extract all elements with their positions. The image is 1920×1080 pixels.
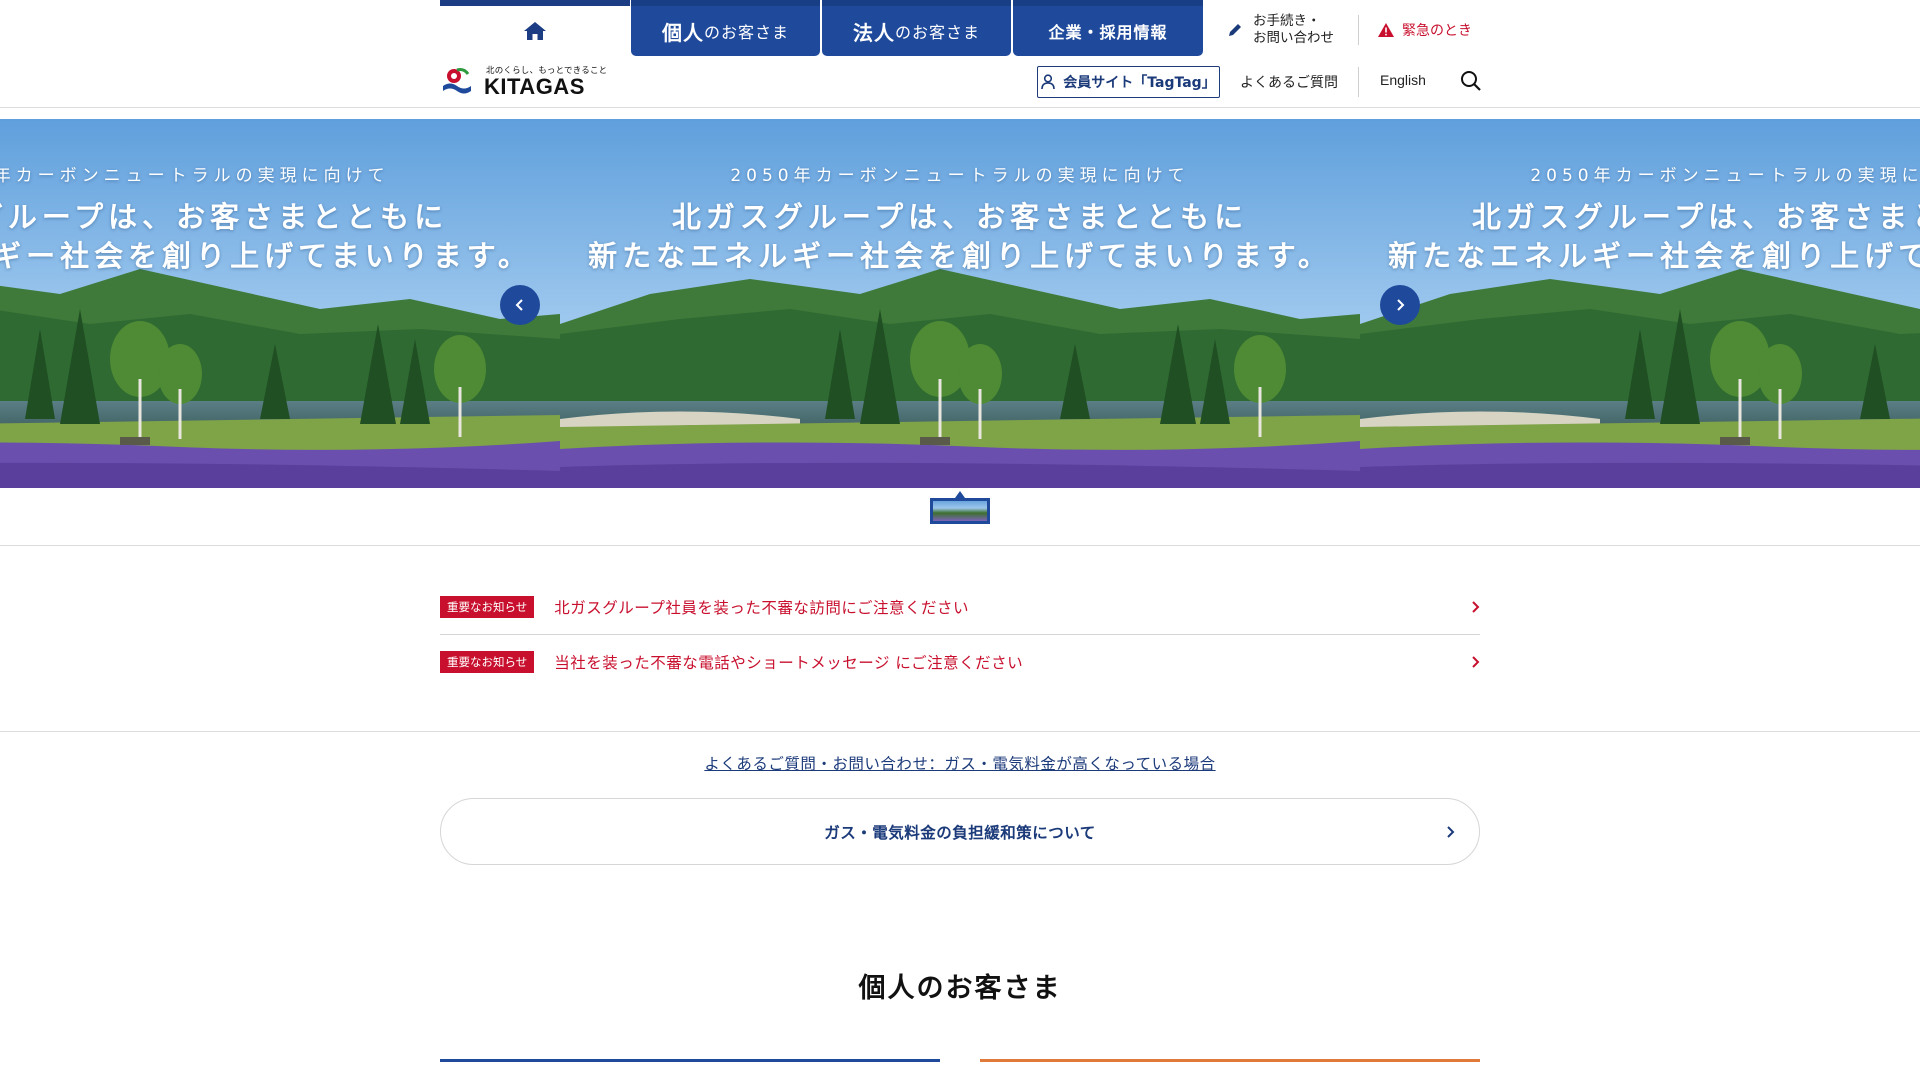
slide-caption: 2050年カーボンニュートラルの実現に向けて 北ガスグループは、お客さまとともに… — [560, 161, 1360, 276]
carousel-prev-button[interactable] — [500, 285, 540, 325]
procedures-contact-link[interactable]: お手続き・ お問い合わせ — [1227, 12, 1357, 48]
english-link[interactable]: English — [1380, 72, 1426, 88]
member-site-label: 会員サイト「TagTag」 — [1063, 75, 1216, 91]
section-heading-personal: 個人のお客さま — [858, 973, 1062, 1004]
chevron-right-icon — [1447, 826, 1455, 838]
card-top-border-blue — [440, 1059, 940, 1062]
slide-title-line1: 北ガスグループは、お客さまとともに — [671, 200, 1249, 234]
slide-subtitle: 2050年カーボンニュートラルの実現に向けて — [1530, 166, 1920, 186]
slide-title-line1: 北ガスグループは、お客さまとともに — [1471, 200, 1920, 234]
relief-measures-label: ガス・電気料金の負担緩和策について — [824, 823, 1096, 842]
notice-item[interactable]: 重要なお知らせ 当社を装った不審な電話やショートメッセージ にご注意ください — [440, 634, 1480, 688]
tab-corporate[interactable]: 法人 のお客さま — [822, 0, 1011, 56]
slide-title: 北ガスグループは、お客さまとともに 新たなエネルギー社会を創り上げてまいります。 — [560, 198, 1360, 276]
tab-corporate-rest: のお客さま — [894, 23, 980, 42]
tab-company-recruit[interactable]: 企業・採用情報 — [1013, 0, 1203, 56]
kitagas-logo[interactable]: 北のくらし、もっとできること KITAGAS — [440, 64, 607, 100]
pencil-icon — [1229, 24, 1241, 36]
emergency-link[interactable]: 緊急のとき — [1378, 18, 1472, 42]
tab-company-label: 企業・採用情報 — [1048, 23, 1168, 42]
tab-personal[interactable]: 個人 のお客さま — [631, 0, 820, 56]
chevron-right-icon — [1472, 601, 1480, 613]
slide-caption: 2050年カーボンニュートラルの実現に向けて 北ガスグループは、お客さまとともに… — [1360, 161, 1920, 276]
procedures-label: お手続き・ お問い合わせ — [1253, 13, 1334, 47]
notice-item[interactable]: 重要なお知らせ 北ガスグループ社員を装った不審な訪問にご注意ください — [440, 580, 1480, 634]
chevron-left-icon — [515, 299, 523, 311]
site-header: 個人 のお客さま 法人 のお客さま 企業・採用情報 お手続き・ お問い合わせ 緊急の… — [0, 0, 1920, 108]
warning-icon — [1378, 23, 1394, 37]
slide-title: 北ガスグループは、お客さまとともに 新たなエネルギー社会を創り上げてまいります。 — [0, 198, 560, 276]
section-divider — [0, 731, 1920, 732]
carousel-slide-prev[interactable]: 2050年カーボンニュートラルの実現に向けて 北ガスグループは、お客さまとともに… — [0, 119, 560, 488]
search-button[interactable] — [1460, 70, 1482, 92]
notice-text: 北ガスグループ社員を装った不審な訪問にご注意ください — [554, 599, 970, 617]
search-icon — [1461, 71, 1481, 91]
divider — [1358, 67, 1359, 97]
relief-measures-button[interactable]: ガス・電気料金の負担緩和策について — [440, 798, 1480, 865]
carousel-slide-current[interactable]: 2050年カーボンニュートラルの実現に向けて 北ガスグループは、お客さまとともに… — [560, 119, 1360, 488]
tab-personal-rest: のお客さま — [703, 23, 789, 42]
logo-wordmark: KITAGAS — [484, 74, 585, 99]
notice-badge: 重要なお知らせ — [440, 650, 535, 673]
emergency-label: 緊急のとき — [1402, 23, 1472, 39]
carousel-thumbnails — [0, 488, 1920, 546]
procedures-line1: お手続き・ — [1253, 13, 1321, 29]
divider — [1358, 15, 1359, 45]
faq-link[interactable]: よくあるご質問 — [1240, 72, 1338, 92]
home-tab[interactable] — [440, 0, 630, 56]
slide-title-line2: 新たなエネルギー社会を創り上げてまいります。 — [0, 239, 532, 273]
important-notices: 重要なお知らせ 北ガスグループ社員を装った不審な訪問にご注意ください 重要なお知… — [440, 580, 1480, 688]
user-icon — [1041, 74, 1056, 90]
thumb-indicator — [955, 491, 965, 498]
slide-title-line2: 新たなエネルギー社会を創り上げてまいります。 — [1388, 239, 1920, 273]
slide-subtitle: 2050年カーボンニュートラルの実現に向けて — [0, 166, 390, 186]
card-top-border-orange — [980, 1059, 1480, 1062]
procedures-line2: お問い合わせ — [1253, 30, 1334, 46]
home-icon — [524, 22, 546, 40]
slide-subtitle: 2050年カーボンニュートラルの実現に向けて — [730, 166, 1190, 186]
thumbnail-image — [933, 501, 987, 521]
notice-badge: 重要なお知らせ — [440, 596, 535, 618]
carousel-slide-next[interactable]: 2050年カーボンニュートラルの実現に向けて 北ガスグループは、お客さまとともに… — [1360, 119, 1920, 488]
slide-title-line2: 新たなエネルギー社会を創り上げてまいります。 — [588, 239, 1332, 273]
notice-text: 当社を装った不審な電話やショートメッセージ にご注意ください — [554, 653, 1024, 672]
member-site-button[interactable]: 会員サイト「TagTag」 — [1037, 66, 1220, 98]
slide-title: 北ガスグループは、お客さまとともに 新たなエネルギー社会を創り上げてまいります。 — [1360, 198, 1920, 276]
hero-carousel: 2050年カーボンニュートラルの実現に向けて 北ガスグループは、お客さまとともに… — [0, 119, 1920, 488]
chevron-right-icon — [1397, 299, 1405, 311]
tab-personal-main: 個人 — [661, 20, 704, 45]
faq-price-increase-link[interactable]: よくあるご質問・お問い合わせ：ガス・電気料金が高くなっている場合 — [0, 752, 1920, 774]
tab-corporate-main: 法人 — [852, 20, 895, 45]
slide-caption: 2050年カーボンニュートラルの実現に向けて 北ガスグループは、お客さまとともに… — [0, 161, 560, 276]
logo-mark — [443, 68, 471, 94]
carousel-thumbnail-active[interactable] — [930, 498, 990, 524]
carousel-next-button[interactable] — [1380, 285, 1420, 325]
slide-title-line1: 北ガスグループは、お客さまとともに — [0, 200, 449, 234]
chevron-right-icon — [1472, 656, 1480, 668]
